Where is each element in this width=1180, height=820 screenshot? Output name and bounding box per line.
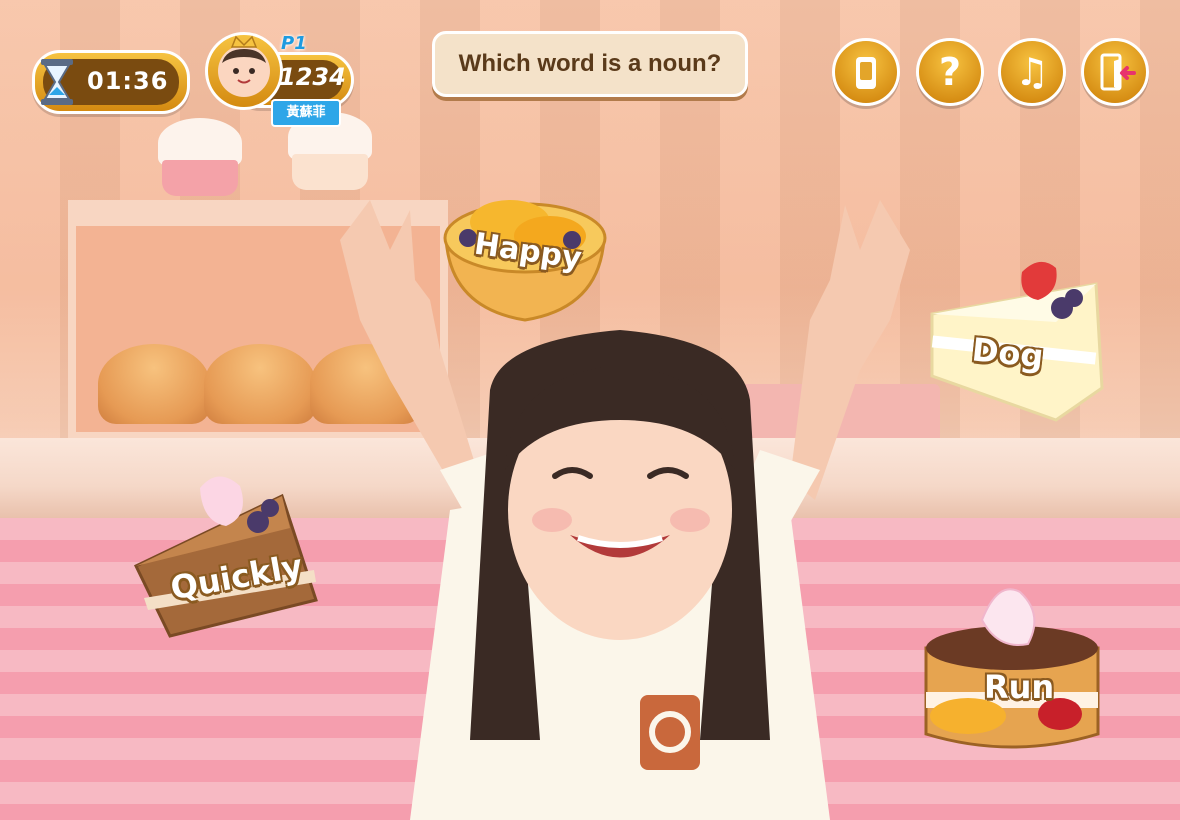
phone-icon bbox=[856, 57, 876, 89]
cupcake-decoration bbox=[152, 118, 248, 198]
timer-display: 01:36 bbox=[32, 50, 190, 114]
music-icon: ♫ bbox=[1014, 50, 1050, 94]
hourglass-icon bbox=[41, 59, 73, 105]
bun-pastry bbox=[98, 344, 210, 424]
music-button[interactable]: ♫ bbox=[998, 38, 1066, 106]
question-prompt: Which word is a noun? bbox=[432, 31, 748, 97]
player-name-tag: 黃蘇菲 bbox=[271, 99, 341, 127]
exit-button[interactable] bbox=[1081, 38, 1149, 106]
level-badge: P1 bbox=[281, 33, 307, 54]
answer-label: Run bbox=[984, 668, 1055, 706]
score-value: 1234 bbox=[279, 63, 346, 91]
answer-option-run[interactable]: Run bbox=[920, 584, 1104, 760]
help-button[interactable]: ? bbox=[916, 38, 984, 106]
phone-button[interactable] bbox=[832, 38, 900, 106]
avatar[interactable] bbox=[205, 32, 283, 110]
crown-icon bbox=[222, 35, 266, 84]
help-icon: ? bbox=[938, 50, 962, 94]
player-camera-feed bbox=[340, 200, 910, 820]
answer-option-quickly[interactable]: Quickly bbox=[130, 470, 326, 638]
timer-value: 01:36 bbox=[87, 67, 169, 95]
answer-label: Dog bbox=[970, 330, 1046, 376]
answer-option-happy[interactable]: Happy bbox=[440, 188, 610, 328]
exit-icon bbox=[1100, 53, 1136, 91]
answer-option-dog[interactable]: Dog bbox=[926, 248, 1106, 424]
